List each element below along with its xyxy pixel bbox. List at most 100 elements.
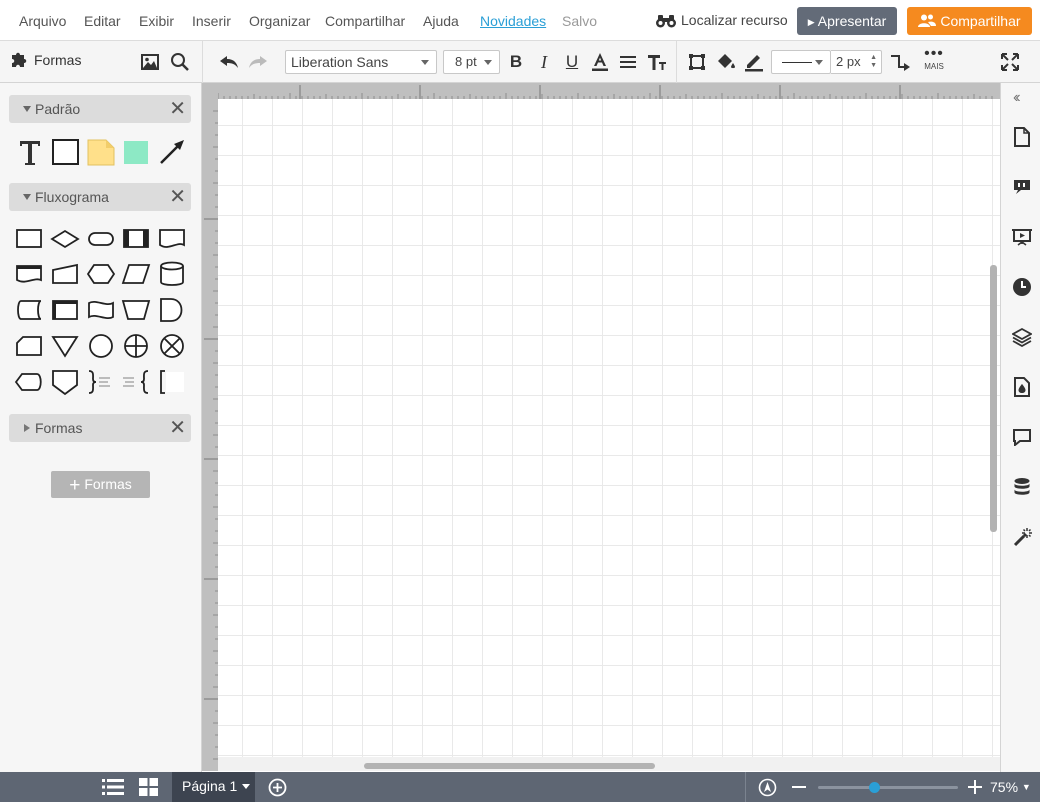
filled-block-shape[interactable]	[121, 137, 151, 167]
present-button[interactable]: ▶ Apresentar	[797, 7, 897, 35]
line-color-icon[interactable]	[742, 50, 766, 74]
stepper-arrows-icon[interactable]: ▲ ▼	[870, 54, 877, 70]
brace-note-left-shape[interactable]	[121, 367, 151, 397]
menu-insert[interactable]: Inserir	[192, 13, 231, 29]
database-shape[interactable]	[157, 259, 187, 289]
connector-style-icon[interactable]	[888, 50, 912, 74]
bold-icon[interactable]: B	[504, 50, 528, 74]
add-page-icon[interactable]	[268, 778, 287, 797]
section-header-flowchart[interactable]: Fluxograma ✕	[9, 183, 191, 211]
align-icon[interactable]	[616, 50, 640, 74]
underline-icon[interactable]: U	[560, 50, 584, 74]
status-separator	[745, 772, 746, 802]
drawing-canvas[interactable]	[218, 99, 1000, 757]
zoom-out-icon[interactable]	[792, 786, 806, 788]
or-shape[interactable]	[157, 331, 187, 361]
undo-icon[interactable]	[217, 50, 241, 74]
list-view-icon[interactable]	[102, 778, 124, 796]
menu-view[interactable]: Exibir	[139, 13, 174, 29]
summing-junction-shape[interactable]	[121, 331, 151, 361]
process-shape[interactable]	[14, 224, 44, 254]
multi-document-shape[interactable]	[14, 259, 44, 289]
font-family-select[interactable]: Liberation Sans	[285, 50, 437, 74]
merge-shape[interactable]	[50, 331, 80, 361]
document-shape[interactable]	[157, 224, 187, 254]
menu-file[interactable]: Arquivo	[19, 13, 66, 29]
arrow-line-shape[interactable]	[157, 137, 187, 167]
chevron-down-icon[interactable]	[242, 784, 251, 789]
line-style-select[interactable]	[771, 50, 831, 74]
manual-input-shape[interactable]	[50, 259, 80, 289]
close-icon[interactable]: ✕	[169, 183, 186, 211]
connector-shape[interactable]	[86, 331, 116, 361]
horizontal-scrollbar[interactable]	[364, 763, 655, 769]
zoom-level-select[interactable]: 75% ▼	[990, 779, 1031, 795]
chevron-down-icon	[23, 106, 31, 112]
menu-arrange[interactable]: Organizar	[249, 13, 310, 29]
font-size-select[interactable]: 8 pt	[443, 50, 500, 74]
puzzle-icon	[12, 52, 27, 67]
quote-icon[interactable]	[1011, 176, 1033, 198]
right-dock: ‹‹	[1000, 83, 1040, 773]
collapse-dock-icon[interactable]: ‹‹	[1013, 89, 1020, 107]
manual-operation-shape[interactable]	[121, 295, 151, 325]
data-linking-icon[interactable]	[1011, 476, 1033, 498]
data-shape[interactable]	[121, 259, 151, 289]
text-options-icon[interactable]	[645, 50, 669, 74]
theme-color-icon[interactable]	[1011, 376, 1033, 398]
close-icon[interactable]: ✕	[169, 414, 186, 442]
delay-shape[interactable]	[157, 295, 187, 325]
find-resource-button[interactable]: Localizar recurso	[655, 12, 788, 29]
shape-border-icon[interactable]	[685, 50, 709, 74]
zoom-in-icon[interactable]	[968, 780, 982, 794]
stroke-width-stepper[interactable]: 2 px ▲ ▼	[831, 50, 882, 74]
page-settings-icon[interactable]	[1011, 126, 1033, 148]
text-shape[interactable]	[15, 137, 45, 167]
comments-icon[interactable]	[1011, 426, 1033, 448]
presentation-icon[interactable]	[1011, 226, 1033, 248]
section-header-standard[interactable]: Padrão ✕	[9, 95, 191, 123]
navigator-compass-icon[interactable]	[758, 778, 777, 797]
redo-icon[interactable]	[246, 50, 270, 74]
menu-help[interactable]: Ajuda	[423, 13, 459, 29]
grid-view-icon[interactable]	[139, 778, 158, 796]
decision-shape[interactable]	[50, 224, 80, 254]
magic-wand-icon[interactable]	[1011, 526, 1033, 548]
stored-data-shape[interactable]	[14, 295, 44, 325]
share-button[interactable]: Compartilhar	[907, 7, 1032, 35]
layers-icon[interactable]	[1011, 326, 1033, 348]
sticky-note-shape[interactable]	[86, 137, 116, 167]
predefined-process-shape[interactable]	[121, 224, 151, 254]
internal-storage-shape[interactable]	[50, 295, 80, 325]
section-header-shapes[interactable]: Formas ✕	[9, 414, 191, 442]
menu-news-link[interactable]: Novidades	[480, 13, 546, 29]
font-size-value: 8 pt	[455, 54, 477, 69]
more-label: MAIS	[924, 62, 944, 71]
display-shape[interactable]	[14, 367, 44, 397]
more-button[interactable]: ••• MAIS	[920, 46, 948, 79]
italic-icon[interactable]: I	[532, 50, 556, 74]
preparation-shape[interactable]	[86, 259, 116, 289]
image-icon[interactable]	[138, 50, 162, 74]
page-tab[interactable]: Página 1	[172, 772, 255, 802]
text-color-icon[interactable]	[588, 50, 612, 74]
menu-edit[interactable]: Editar	[84, 13, 121, 29]
fullscreen-icon[interactable]	[998, 50, 1022, 74]
history-clock-icon[interactable]	[1011, 276, 1033, 298]
search-icon[interactable]	[168, 50, 192, 74]
add-shapes-button[interactable]: + Formas	[51, 471, 150, 498]
app-window: Arquivo Editar Exibir Inserir Organizar …	[0, 0, 1040, 802]
punched-tape-shape[interactable]	[86, 295, 116, 325]
zoom-slider-handle[interactable]	[869, 782, 880, 793]
fill-bucket-icon[interactable]	[714, 50, 738, 74]
card-shape[interactable]	[14, 331, 44, 361]
brace-note-right-shape[interactable]	[86, 367, 116, 397]
menu-share[interactable]: Compartilhar	[325, 13, 405, 29]
terminator-shape[interactable]	[86, 224, 116, 254]
vertical-scrollbar[interactable]	[990, 265, 997, 532]
rectangle-shape[interactable]	[51, 137, 81, 167]
bracket-shape[interactable]	[157, 367, 187, 397]
zoom-slider-track[interactable]	[818, 786, 958, 789]
close-icon[interactable]: ✕	[169, 95, 186, 123]
off-page-connector-shape[interactable]	[50, 367, 80, 397]
